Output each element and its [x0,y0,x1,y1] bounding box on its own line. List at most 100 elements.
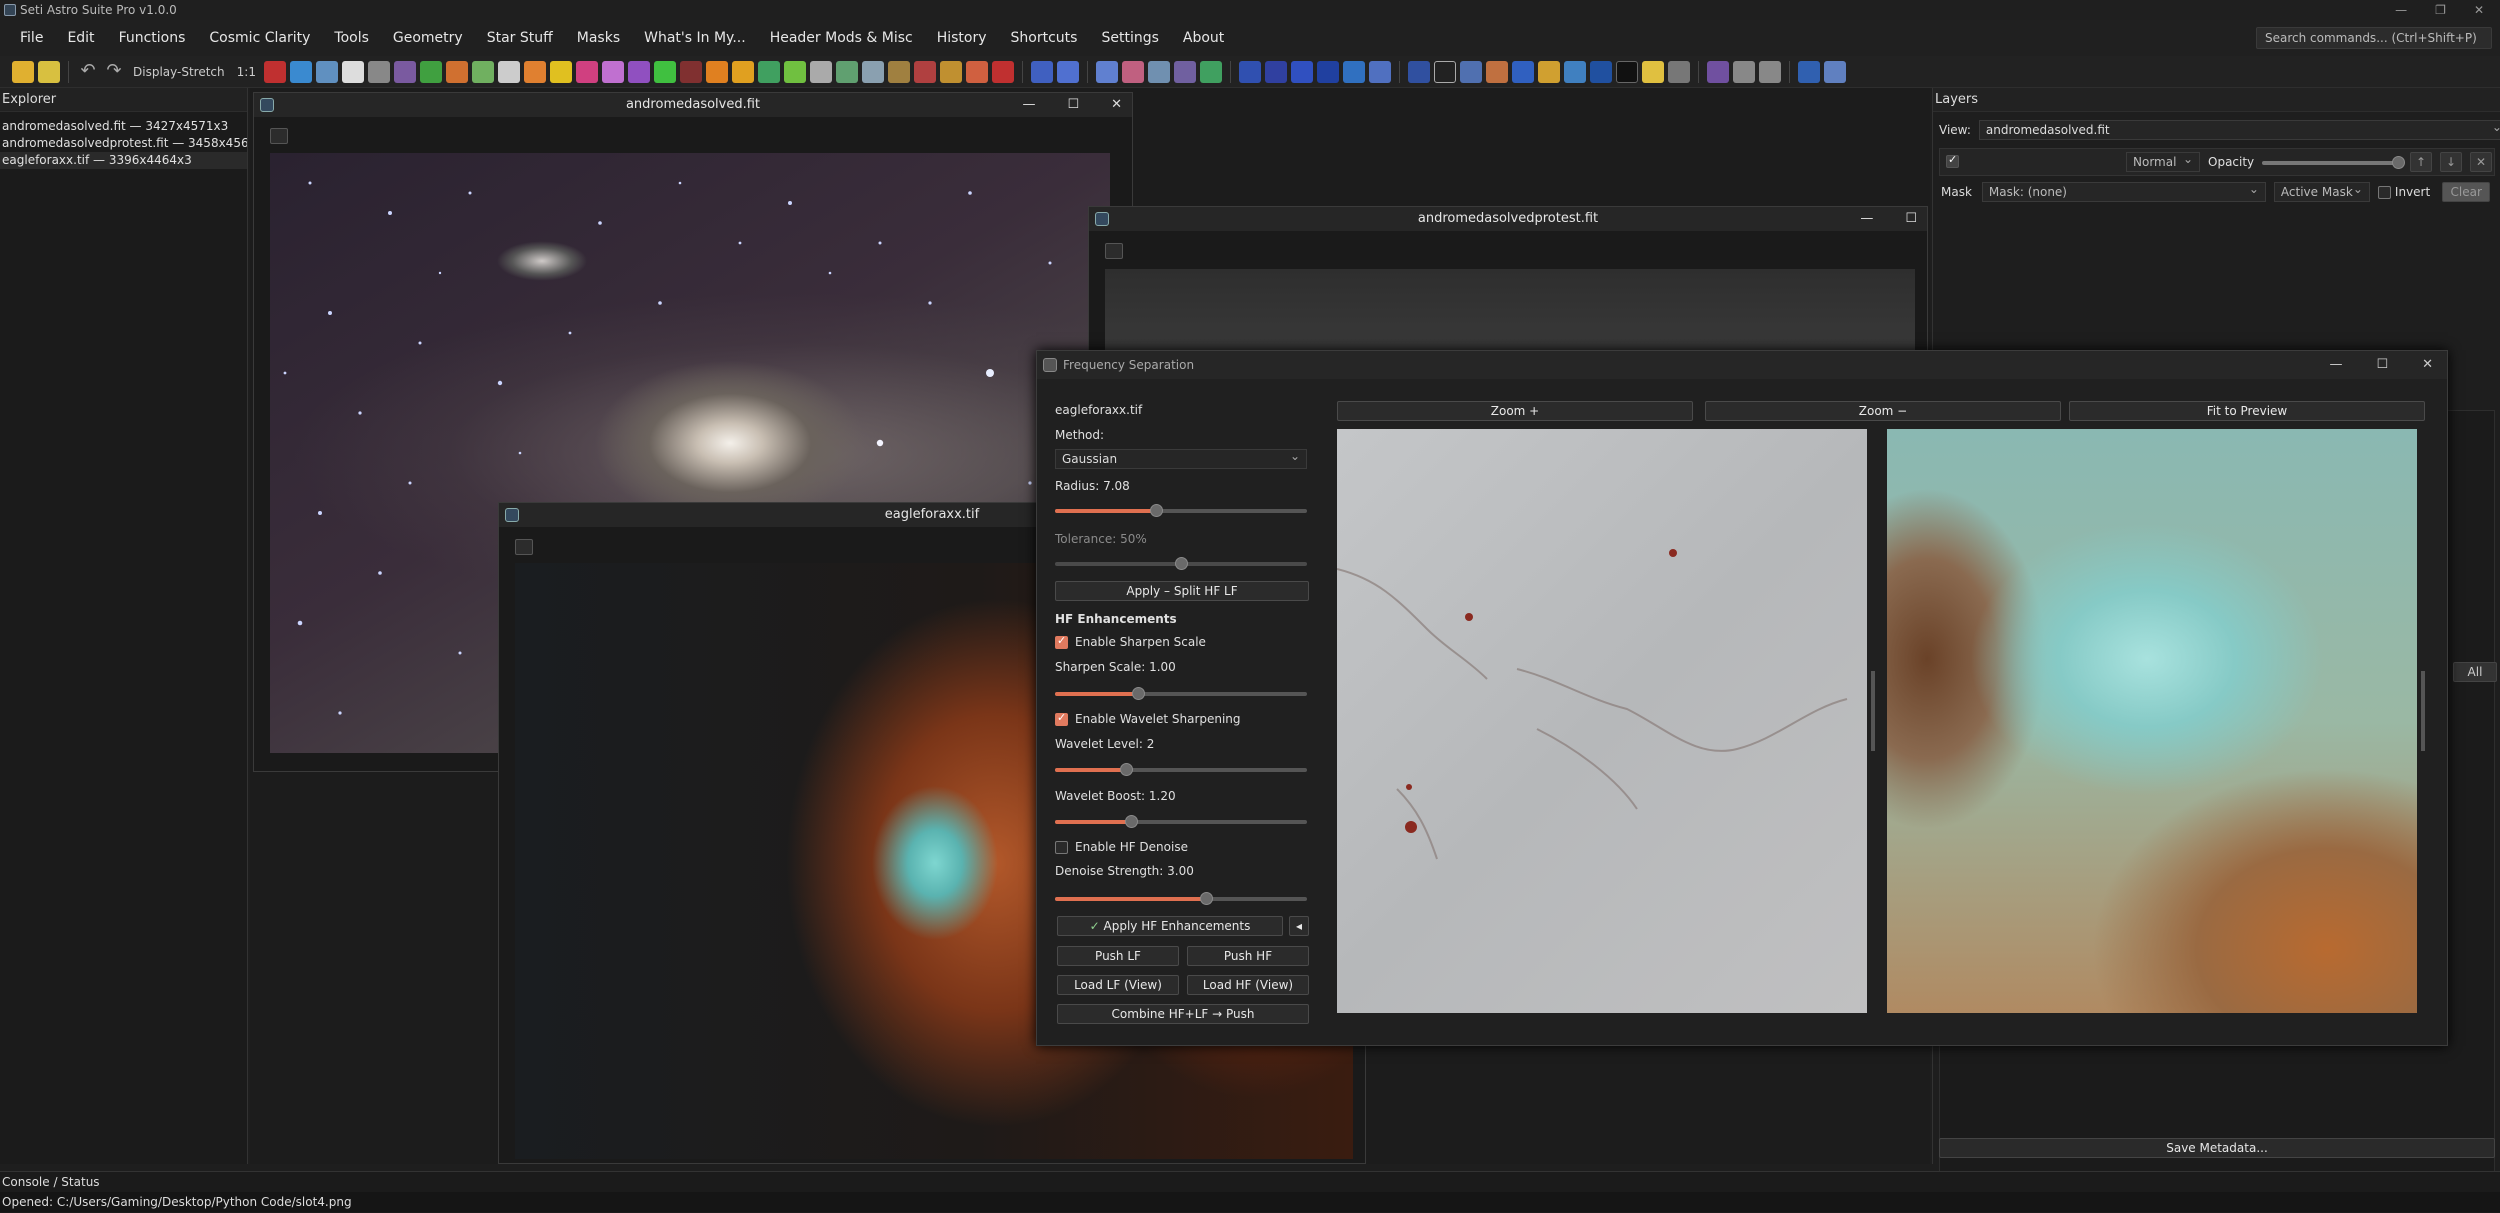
close-icon[interactable]: ✕ [2422,351,2433,379]
remove-star-icon[interactable] [1056,60,1079,83]
star-removal-icon[interactable] [549,60,572,83]
graph-icon[interactable] [731,60,754,83]
star-icon[interactable] [523,60,546,83]
explorer-item[interactable]: eagleforaxx.tif — 3396x4464x3 [0,152,247,169]
bug-icon[interactable] [913,60,936,83]
wavelet-level-slider[interactable] [1055,763,1307,776]
eye-dark-icon[interactable] [1589,60,1612,83]
method-select[interactable]: Gaussian [1055,447,1307,469]
image-view-icon[interactable] [1095,60,1118,83]
refresh-icon[interactable] [1238,60,1261,83]
wb-icon[interactable] [601,60,624,83]
clear-mask-button[interactable]: Clear [2442,182,2491,202]
minimize-icon[interactable]: — [1022,93,1035,117]
mask-create-icon[interactable] [1706,60,1729,83]
levels-icon[interactable] [367,60,390,83]
view-select[interactable]: andromedasolved.fit [1978,118,2500,140]
cross-stars-icon[interactable] [1615,60,1638,83]
menu-file[interactable]: File [8,20,55,56]
minimize-icon[interactable]: — [1860,207,1873,231]
mask-apply-icon[interactable] [1732,60,1755,83]
flip-icon[interactable] [1368,60,1391,83]
preview-toggle-icon[interactable]: ◂ [1289,916,1309,936]
sharpen-scale-slider[interactable] [1055,687,1307,700]
lamp-icon[interactable] [1641,60,1664,83]
copy-view-icon[interactable] [1105,243,1123,259]
all-layers-button[interactable]: All Layers [2453,662,2497,682]
menu-edit[interactable]: Edit [55,20,106,56]
sfcc-icon[interactable] [627,60,650,83]
load-hf-button[interactable]: Load HF (View) [1187,975,1309,995]
telescope-icon[interactable] [809,60,832,83]
noise-icon[interactable] [679,60,702,83]
fit-to-preview-button[interactable]: Fit to Preview [2069,401,2425,421]
curve-tool-icon[interactable] [445,60,468,83]
circle-icon[interactable] [1316,60,1339,83]
minimize-icon[interactable]: — [2395,3,2407,17]
blend-mode-select[interactable]: Normal [2126,150,2200,172]
grid-icon[interactable] [965,60,988,83]
tiles-icon[interactable] [1121,60,1144,83]
save-metadata-button[interactable]: Save Metadata... [1939,1138,2495,1158]
resize-icon[interactable] [1342,60,1365,83]
layer-visible-checkbox[interactable] [1946,153,1959,168]
layers-stack-icon[interactable] [1459,60,1482,83]
active-mask-select[interactable]: Active Mask [2273,180,2370,202]
chip-icon[interactable] [1563,60,1586,83]
menu-tools[interactable]: Tools [322,20,381,56]
split-icon[interactable] [1199,60,1222,83]
save-icon[interactable] [38,60,60,83]
histogram-icon[interactable] [289,60,312,83]
display-stretch-toggle[interactable]: Display-Stretch [133,65,225,79]
menu-header-mods[interactable]: Header Mods & Misc [758,20,925,56]
close-icon[interactable]: ✕ [1111,93,1122,117]
slider-handle[interactable] [1132,687,1146,700]
enable-sharpen-checkbox[interactable] [1055,634,1068,649]
slider-handle[interactable] [1149,504,1163,517]
maximize-icon[interactable]: ☐ [1905,207,1917,231]
menu-masks[interactable]: Masks [565,20,632,56]
open-folder-icon[interactable] [12,60,34,83]
curves-icon[interactable] [341,60,364,83]
maximize-icon[interactable]: ☐ [1067,93,1079,117]
menu-geometry[interactable]: Geometry [381,20,475,56]
blink-icon[interactable] [497,60,520,83]
zoom-in-button[interactable]: Zoom + [1337,401,1693,421]
clear-icon[interactable] [653,60,676,83]
stars-cluster-icon[interactable] [1511,60,1534,83]
move-up-button[interactable]: ↑ [2410,152,2432,172]
color-wheel-icon[interactable] [575,60,598,83]
explorer-item[interactable]: andromedasolved.fit — 3427x4571x3 [0,118,247,135]
zoom-1to1-button[interactable]: 1:1 [237,65,256,79]
wavelet-boost-slider[interactable] [1055,815,1307,828]
wave-icon[interactable] [1264,60,1287,83]
slider-handle[interactable] [1119,763,1133,776]
explorer-item[interactable]: andromedasolvedprotest.fit — 3458x4567x1 [0,135,247,152]
menu-about[interactable]: About [1171,20,1236,56]
stack-icon[interactable] [1537,60,1560,83]
mask-icon[interactable] [991,60,1014,83]
opacity-slider[interactable] [2262,156,2405,169]
square-dot-icon[interactable] [1433,60,1456,83]
push-lf-button[interactable]: Push LF [1057,946,1179,966]
move-down-button[interactable]: ↓ [2440,152,2462,172]
add-star-icon[interactable] [1030,60,1053,83]
rotate-icon[interactable] [1290,60,1313,83]
remove-layer-button[interactable]: ✕ [2470,152,2492,172]
menu-history[interactable]: History [925,20,999,56]
close-icon[interactable]: ✕ [2474,3,2484,17]
combine-push-button[interactable]: Combine HF+LF → Push [1057,1004,1309,1024]
radius-slider[interactable] [1055,504,1307,517]
chart-icon[interactable] [705,60,728,83]
mask-select[interactable]: Mask: (none) [1981,180,2266,202]
command-search-input[interactable]: Search commands... (Ctrl+Shift+P) [2256,27,2492,49]
push-hf-button[interactable]: Push HF [1187,946,1309,966]
undo-icon[interactable]: ↶ [77,60,99,83]
slider-handle[interactable] [1200,892,1214,905]
slider-handle[interactable] [1124,815,1138,828]
menu-whats-in-my[interactable]: What's In My... [632,20,758,56]
denoise-strength-slider[interactable] [1055,892,1307,905]
menu-star-stuff[interactable]: Star Stuff [475,20,565,56]
zoom-out-button[interactable]: Zoom − [1705,401,2061,421]
maximize-icon[interactable]: ❐ [2435,3,2446,17]
